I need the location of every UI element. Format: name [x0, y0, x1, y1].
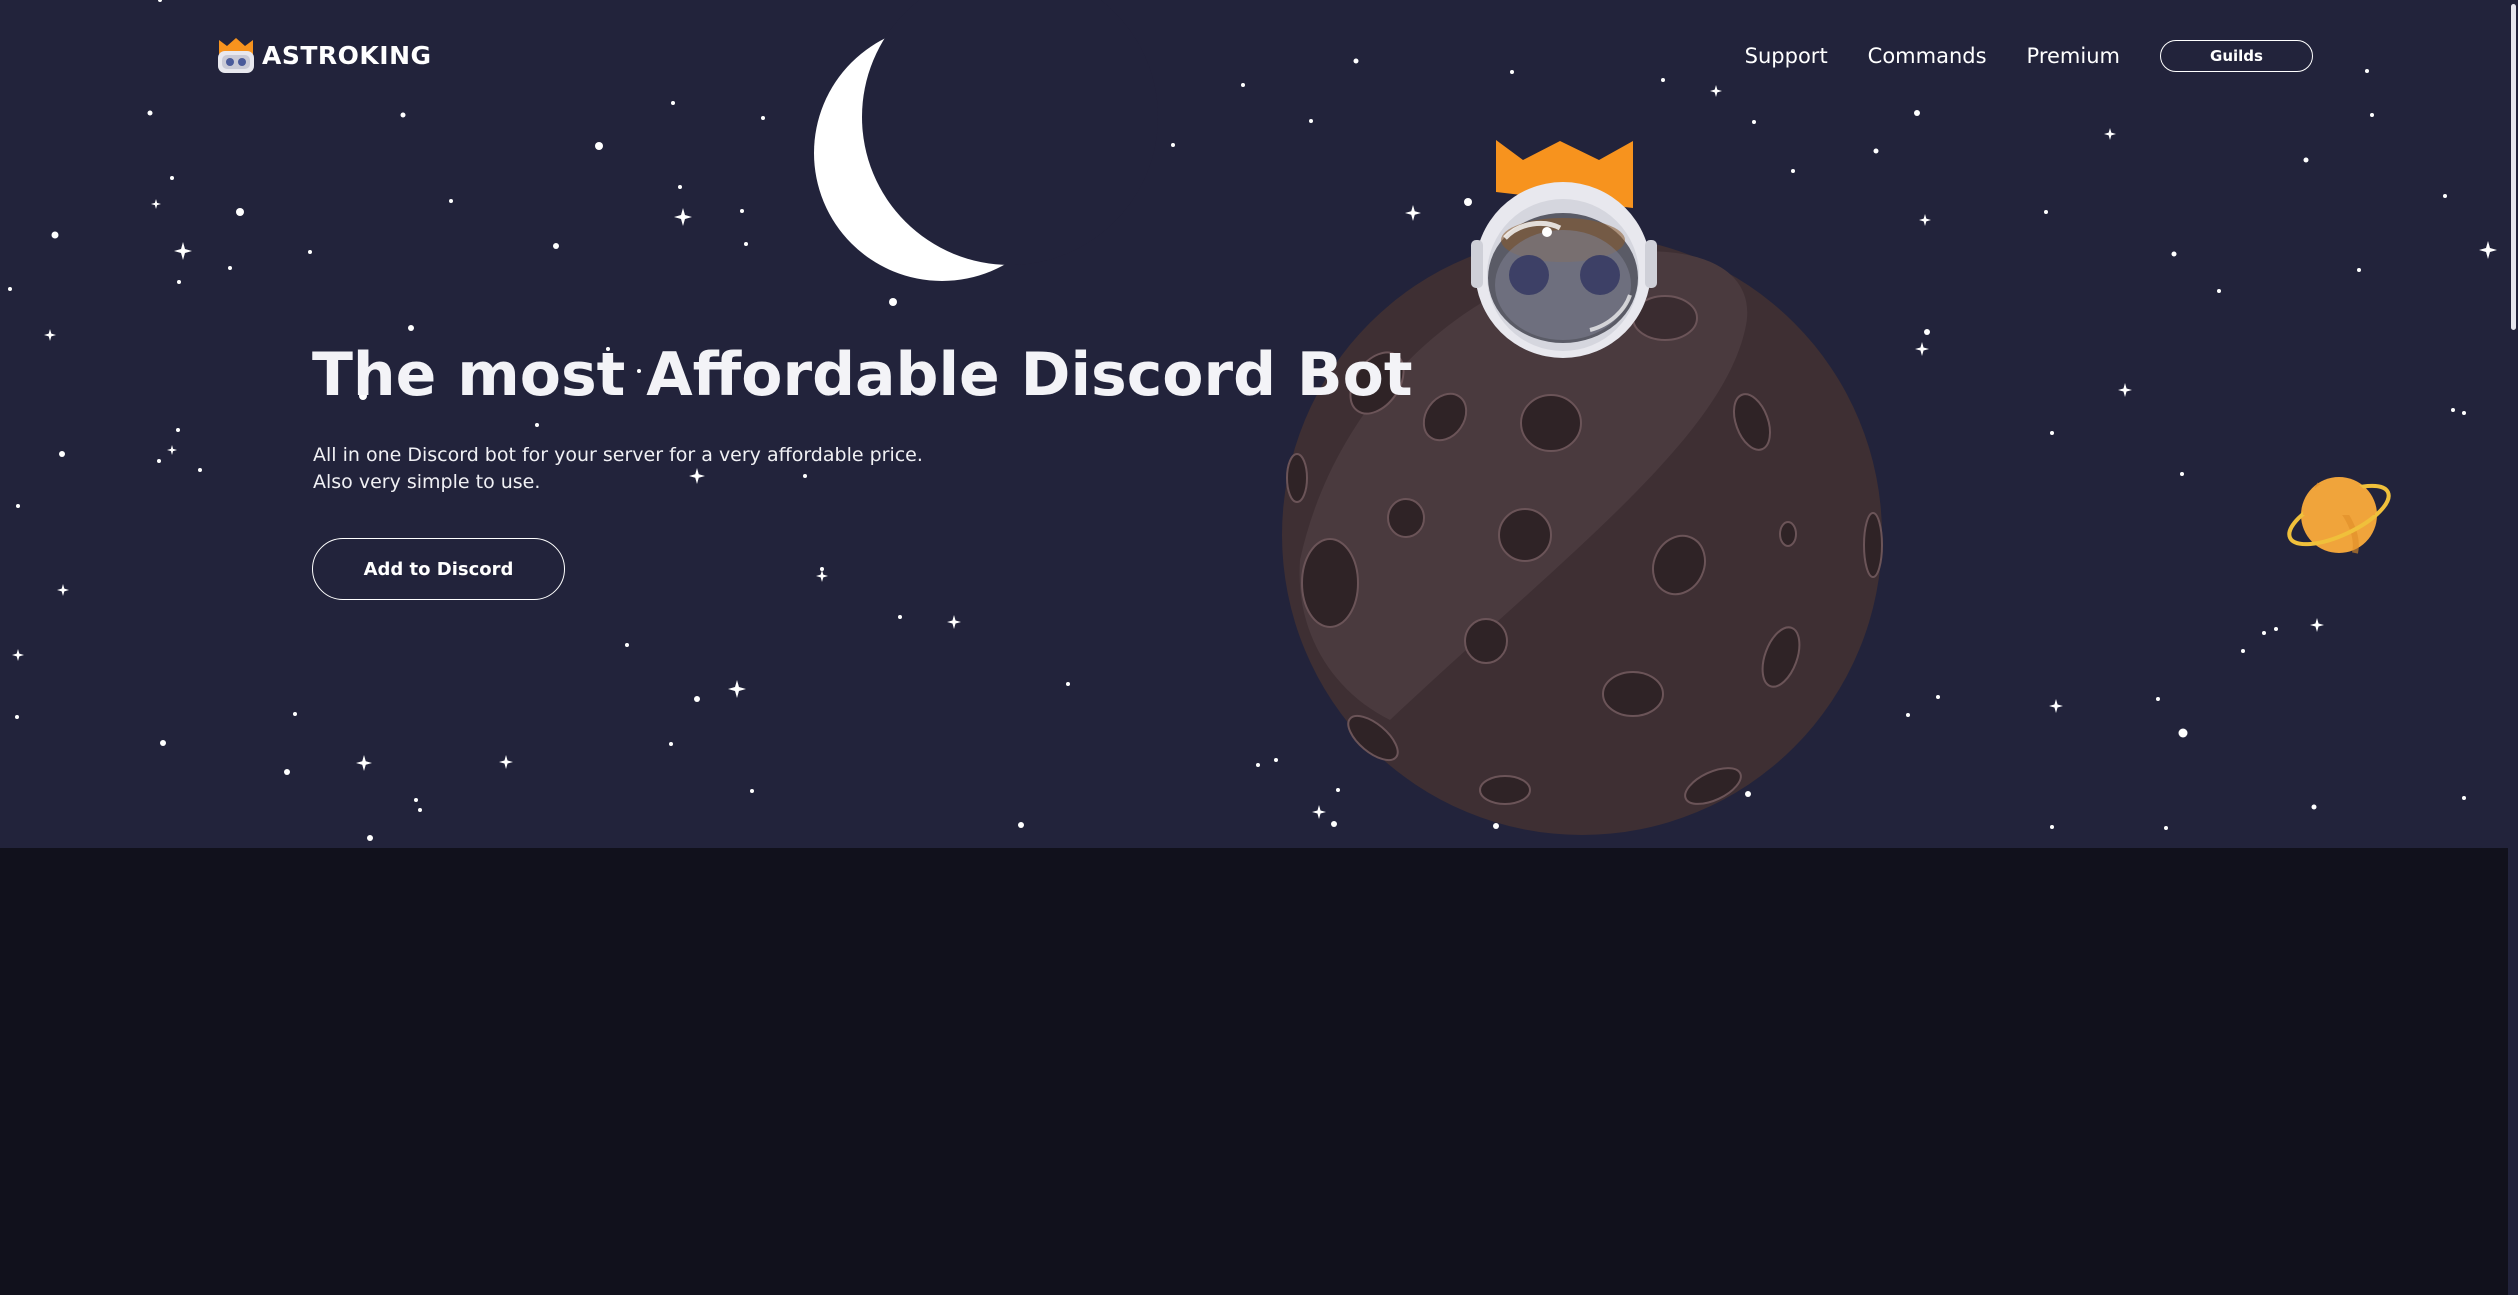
stars-background — [8, 0, 2516, 841]
page-scrollbar[interactable] — [2508, 0, 2518, 1295]
lower-section — [0, 848, 2518, 1295]
top-navigation: Support Commands Premium Guilds — [1745, 40, 2313, 72]
nav-commands[interactable]: Commands — [1868, 44, 1987, 68]
scrollbar-thumb[interactable] — [2511, 4, 2516, 330]
hero-description: All in one Discord bot for your server f… — [313, 442, 953, 496]
astronaut-bot-illustration — [1471, 140, 1657, 358]
crowned-bot-icon — [218, 38, 254, 73]
hero-section: ASTROKING Support Commands Premium Guild… — [0, 0, 2518, 848]
hero-headline: The most Affordable Discord Bot — [312, 340, 1413, 410]
moon-illustration — [814, 0, 1158, 281]
hero-description-line-1: All in one Discord bot for your server f… — [313, 444, 923, 466]
nav-support[interactable]: Support — [1745, 44, 1828, 68]
brand-name: ASTROKING — [262, 40, 432, 70]
hero-description-line-2: Also very simple to use. — [313, 471, 541, 493]
guilds-button[interactable]: Guilds — [2160, 40, 2313, 72]
brand-logo[interactable]: ASTROKING — [216, 36, 432, 74]
nav-premium[interactable]: Premium — [2027, 44, 2120, 68]
hero-illustration — [8, 0, 2516, 841]
add-to-discord-button[interactable]: Add to Discord — [312, 538, 565, 600]
ringed-planet-illustration — [2287, 477, 2391, 554]
